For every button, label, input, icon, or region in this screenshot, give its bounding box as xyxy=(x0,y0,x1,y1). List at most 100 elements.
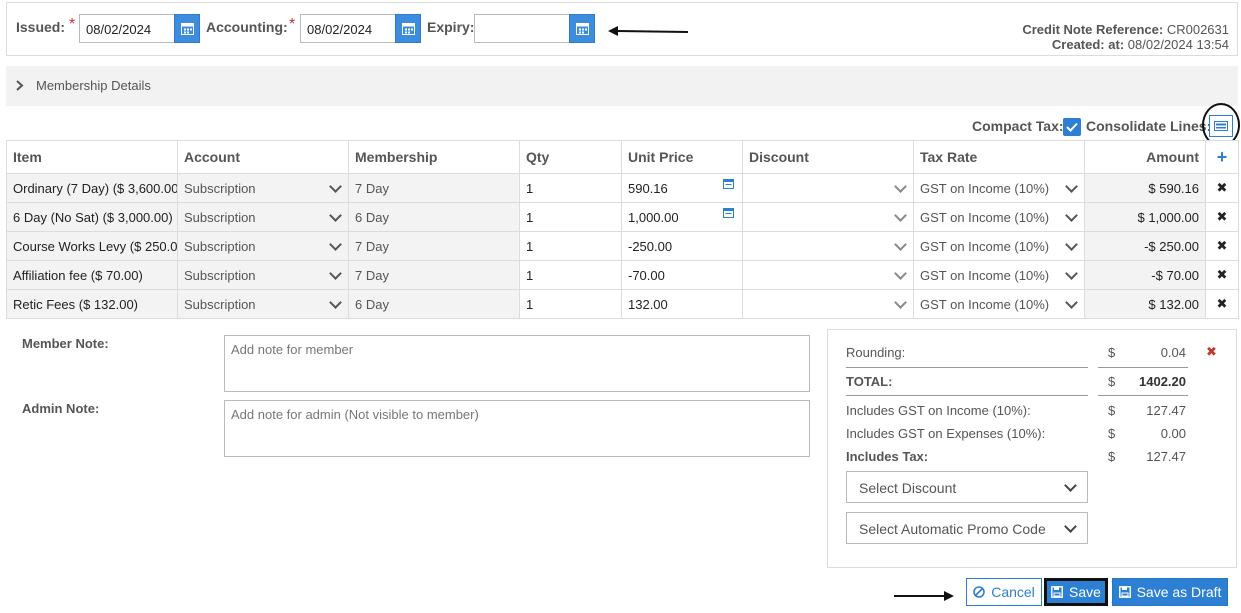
col-amount-header: Amount xyxy=(1084,140,1206,174)
divider xyxy=(1098,367,1188,368)
chevron-right-icon xyxy=(16,80,24,91)
credit-note-reference: Credit Note Reference: CR002631 xyxy=(1022,22,1229,37)
discount-select[interactable] xyxy=(742,260,914,290)
qty-input[interactable]: 1 xyxy=(519,231,622,261)
tax-rate-select[interactable]: GST on Income (10%) xyxy=(913,289,1085,319)
save-as-draft-button[interactable]: Save as Draft xyxy=(1112,578,1228,606)
unit-price-input[interactable]: 590.16 xyxy=(621,173,743,203)
chevron-down-icon xyxy=(894,180,907,193)
issued-calendar-button[interactable] xyxy=(174,14,200,43)
qty-input[interactable]: 1 xyxy=(519,173,622,203)
tax-rate-select[interactable]: GST on Income (10%) xyxy=(913,173,1085,203)
amount-cell: $ 132.00 xyxy=(1084,289,1206,319)
item-cell: Ordinary (7 Day) ($ 3,600.00) xyxy=(6,173,178,203)
table-row: 6 Day (No Sat) ($ 3,000.00) Subscription 6… xyxy=(6,202,1239,232)
tax-rate-select[interactable]: GST on Income (10%) xyxy=(913,260,1085,290)
qty-input[interactable]: 1 xyxy=(519,260,622,290)
delete-line-button[interactable]: ✖ xyxy=(1205,202,1239,232)
total-currency: $ xyxy=(1108,374,1116,389)
item-cell: Course Works Levy ($ 250.00) xyxy=(6,231,178,261)
select-promo-code-dropdown[interactable]: Select Automatic Promo Code xyxy=(846,512,1088,544)
table-row: Ordinary (7 Day) ($ 3,600.00) Subscriptio… xyxy=(6,173,1239,203)
created-info: Created: at: 08/02/2024 13:54 xyxy=(1052,37,1229,52)
select-discount-dropdown[interactable]: Select Discount xyxy=(846,471,1088,503)
account-select[interactable]: Subscription xyxy=(177,231,349,261)
expiry-calendar-button[interactable] xyxy=(569,14,595,43)
gst-income-value: 127.47 xyxy=(1146,403,1186,418)
qty-input[interactable]: 1 xyxy=(519,289,622,319)
membership-details-toggle[interactable]: Membership Details xyxy=(6,66,1238,106)
discount-select[interactable] xyxy=(742,202,914,232)
unit-price-value: 132.00 xyxy=(628,296,668,312)
account-select[interactable]: Subscription xyxy=(177,202,349,232)
account-select[interactable]: Subscription xyxy=(177,289,349,319)
expiry-date-input[interactable] xyxy=(474,14,570,43)
total-label: TOTAL: xyxy=(846,374,893,389)
issued-required-mark: * xyxy=(69,16,76,33)
rounding-label: Rounding: xyxy=(846,345,906,360)
tax-rate-value: GST on Income (10%) xyxy=(920,296,1050,312)
unit-price-input[interactable]: 1,000.00 xyxy=(621,202,743,232)
calendar-icon[interactable] xyxy=(723,178,734,189)
unit-price-value: -250.00 xyxy=(628,238,673,254)
cancel-button[interactable]: Cancel xyxy=(966,578,1042,606)
compact-tax-checkbox[interactable] xyxy=(1063,118,1081,136)
save-label: Save xyxy=(1069,584,1101,600)
discount-select[interactable] xyxy=(742,289,914,319)
account-select[interactable]: Subscription xyxy=(177,260,349,290)
gst-income-label: Includes GST on Income (10%): xyxy=(846,403,1031,418)
admin-note-textarea[interactable]: Add note for admin (Not visible to membe… xyxy=(224,400,810,457)
discount-select[interactable] xyxy=(742,231,914,261)
unit-price-input[interactable]: -250.00 xyxy=(621,231,743,261)
issued-date-input[interactable]: 08/02/2024 xyxy=(79,14,175,43)
tax-rate-value: GST on Income (10%) xyxy=(920,209,1050,225)
add-line-button[interactable]: + xyxy=(1205,140,1239,174)
save-as-draft-label: Save as Draft xyxy=(1136,584,1222,600)
chevron-down-icon xyxy=(1064,479,1077,492)
unit-price-input[interactable]: 132.00 xyxy=(621,289,743,319)
account-value: Subscription xyxy=(184,267,256,283)
includes-tax-value: 127.47 xyxy=(1146,449,1186,464)
floppy-disk-icon xyxy=(1051,586,1063,598)
tax-rate-select[interactable]: GST on Income (10%) xyxy=(913,231,1085,261)
includes-tax-label: Includes Tax: xyxy=(846,449,929,464)
table-row: Retic Fees ($ 132.00) Subscription 6 Day 1 1… xyxy=(6,289,1239,319)
annotation-arrow-right xyxy=(894,591,954,601)
divider xyxy=(846,395,1088,396)
amount-cell: -$ 70.00 xyxy=(1084,260,1206,290)
member-note-textarea[interactable]: Add note for member xyxy=(224,335,810,392)
save-button[interactable]: Save xyxy=(1044,578,1108,606)
discount-select[interactable] xyxy=(742,173,914,203)
amount-cell: $ 590.16 xyxy=(1084,173,1206,203)
membership-value: 6 Day xyxy=(355,209,389,225)
qty-input[interactable]: 1 xyxy=(519,202,622,232)
delete-line-button[interactable]: ✖ xyxy=(1205,260,1239,290)
account-select[interactable]: Subscription xyxy=(177,173,349,203)
chevron-down-icon xyxy=(894,296,907,309)
accounting-date-input[interactable]: 08/02/2024 xyxy=(300,14,396,43)
credit-ref-label: Credit Note Reference: xyxy=(1022,22,1164,37)
chevron-down-icon xyxy=(329,180,342,193)
expiry-label: Expiry: xyxy=(427,19,475,35)
accounting-calendar-button[interactable] xyxy=(395,14,421,43)
membership-value: 6 Day xyxy=(355,296,389,312)
calendar-icon[interactable] xyxy=(723,207,734,218)
created-at-label: at: xyxy=(1108,37,1125,52)
membership-cell: 6 Day xyxy=(348,202,520,232)
tax-rate-value: GST on Income (10%) xyxy=(920,180,1050,196)
delete-line-button[interactable]: ✖ xyxy=(1205,173,1239,203)
issued-label: Issued: xyxy=(16,19,66,35)
chevron-down-icon xyxy=(1065,209,1078,222)
created-label: Created: xyxy=(1051,37,1105,52)
tax-rate-select[interactable]: GST on Income (10%) xyxy=(913,202,1085,232)
col-discount-header: Discount xyxy=(742,140,914,174)
select-promo-text: Select Automatic Promo Code xyxy=(859,521,1046,537)
delete-line-button[interactable]: ✖ xyxy=(1205,289,1239,319)
unit-price-input[interactable]: -70.00 xyxy=(621,260,743,290)
unit-price-value: -70.00 xyxy=(628,267,665,283)
chevron-down-icon xyxy=(894,209,907,222)
includes-tax-currency: $ xyxy=(1108,449,1116,464)
delete-line-button[interactable]: ✖ xyxy=(1205,231,1239,261)
remove-rounding-button[interactable]: ✖ xyxy=(1206,344,1217,360)
chevron-down-icon xyxy=(1065,267,1078,280)
